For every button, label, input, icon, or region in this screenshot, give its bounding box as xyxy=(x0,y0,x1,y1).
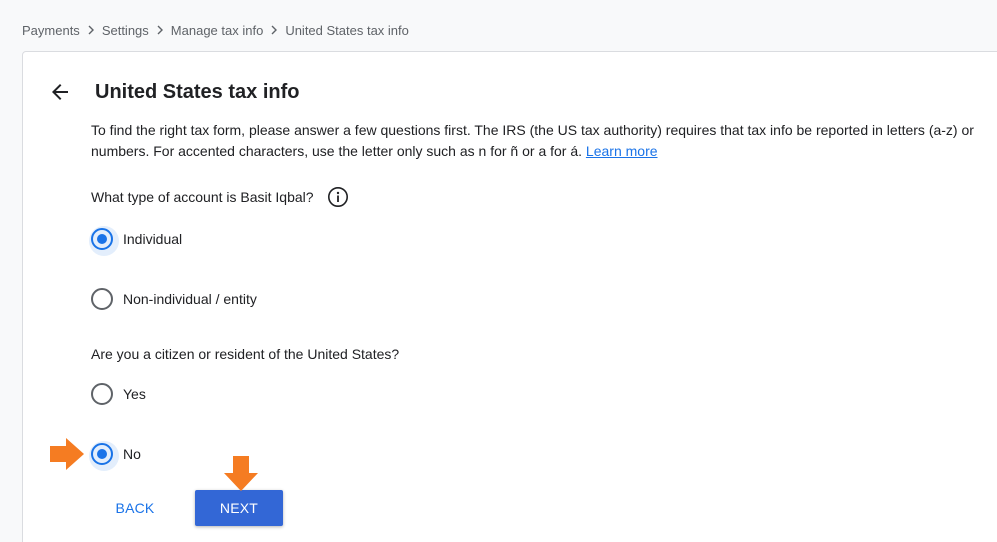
back-button[interactable]: BACK xyxy=(108,490,162,526)
breadcrumb: Payments Settings Manage tax info United… xyxy=(22,21,409,39)
radio-option-individual[interactable]: Individual xyxy=(89,226,183,256)
page-title: United States tax info xyxy=(95,81,300,103)
radio-button-non-individual[interactable] xyxy=(91,288,113,310)
breadcrumb-item-payments[interactable]: Payments xyxy=(22,23,80,38)
radio-button-yes[interactable] xyxy=(91,383,113,405)
arrow-right-icon xyxy=(50,438,84,470)
intro-text: To find the right tax form, please answe… xyxy=(91,120,986,161)
radio-label-individual: Individual xyxy=(123,231,183,247)
learn-more-link[interactable]: Learn more xyxy=(586,143,658,159)
question-account-type-label: What type of account is Basit Iqbal? xyxy=(91,189,314,205)
radio-button-no[interactable] xyxy=(89,441,119,471)
chevron-right-icon xyxy=(149,23,171,38)
arrow-down-icon xyxy=(224,456,258,491)
info-icon[interactable] xyxy=(327,186,349,208)
breadcrumb-item-manage-tax-info[interactable]: Manage tax info xyxy=(171,23,264,38)
radio-option-no[interactable]: No xyxy=(89,441,141,471)
radio-button-individual[interactable] xyxy=(89,226,119,256)
radio-label-yes: Yes xyxy=(123,386,146,402)
radio-option-yes[interactable]: Yes xyxy=(91,382,146,406)
radio-label-no: No xyxy=(123,446,141,462)
next-button[interactable]: NEXT xyxy=(195,490,283,526)
intro-body: To find the right tax form, please answe… xyxy=(91,122,974,159)
radio-label-non-individual: Non-individual / entity xyxy=(123,291,257,307)
arrow-left-icon[interactable] xyxy=(48,80,72,104)
breadcrumb-current: United States tax info xyxy=(285,22,409,38)
breadcrumb-item-settings[interactable]: Settings xyxy=(102,23,149,38)
question-account-type: What type of account is Basit Iqbal? xyxy=(91,186,349,208)
chevron-right-icon xyxy=(80,23,102,38)
chevron-right-icon xyxy=(263,23,285,38)
radio-option-non-individual[interactable]: Non-individual / entity xyxy=(91,287,257,311)
question-citizen-label: Are you a citizen or resident of the Uni… xyxy=(91,346,400,362)
question-citizen: Are you a citizen or resident of the Uni… xyxy=(91,344,399,364)
